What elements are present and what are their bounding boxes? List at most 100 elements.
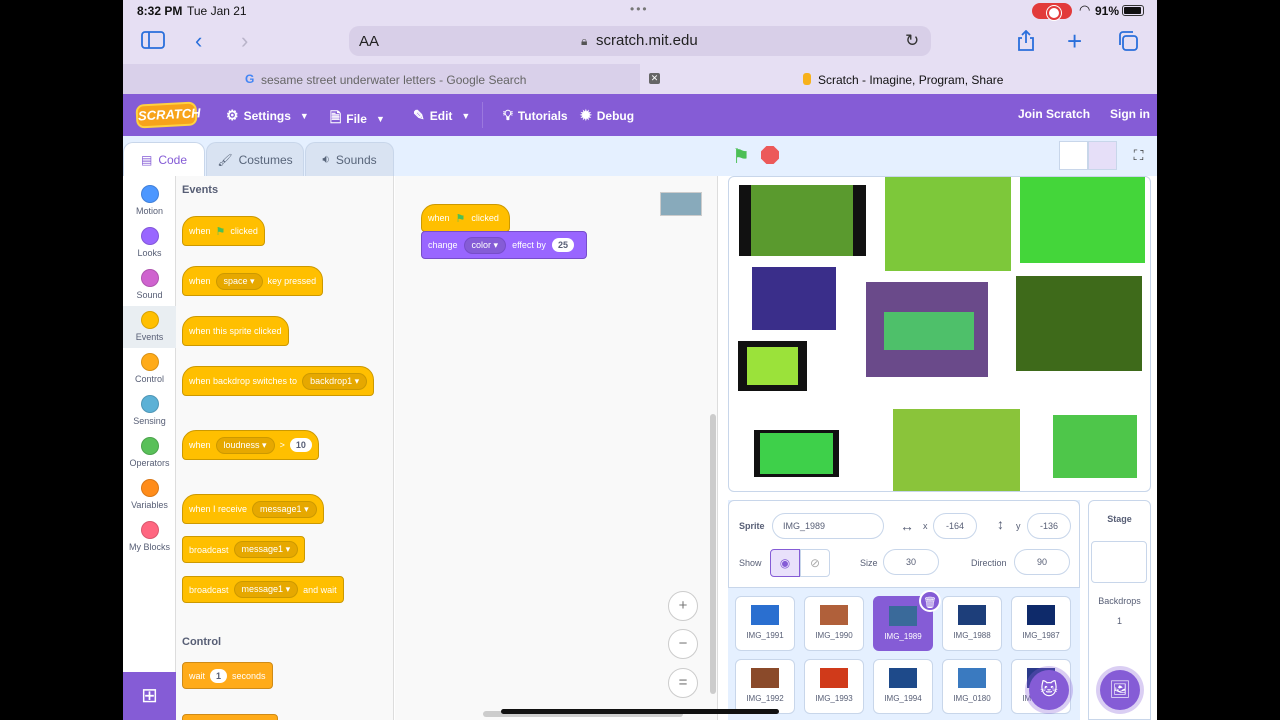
- sidebar-icon[interactable]: [141, 30, 165, 54]
- debug-button[interactable]: ✹ Debug: [580, 107, 634, 124]
- sprite-tile[interactable]: IMG_1993: [804, 659, 864, 714]
- block-repeat-partial[interactable]: [182, 714, 278, 720]
- green-flag-icon: ⚑: [455, 212, 466, 225]
- backdrop-dropdown[interactable]: backdrop1 ▾: [302, 372, 368, 390]
- menu-divider: [482, 102, 483, 128]
- effect-amount-input[interactable]: 25: [551, 238, 574, 252]
- block-broadcast-and-wait[interactable]: broadcast message1 ▾ and wait: [182, 576, 344, 603]
- block-when-i-receive[interactable]: when I receive message1 ▾: [182, 494, 324, 524]
- block-text: key pressed: [267, 276, 317, 286]
- script-when-flag-clicked[interactable]: when ⚑ clicked: [421, 204, 510, 232]
- block-when-flag-clicked[interactable]: when ⚑ clicked: [182, 216, 265, 246]
- tutorials-button[interactable]: 💡︎ Tutorials: [503, 107, 568, 124]
- choose-sprite-button[interactable]: 🐱︎: [1029, 670, 1069, 710]
- sprite-tile[interactable]: IMG_1991: [735, 596, 795, 651]
- file-menu[interactable]: 🗎︎ File ▼: [330, 107, 385, 131]
- tabs-overview-icon[interactable]: [1117, 30, 1139, 56]
- category-variables[interactable]: Variables: [123, 474, 176, 516]
- reload-icon[interactable]: ↻: [905, 31, 919, 51]
- home-indicator[interactable]: [501, 709, 779, 714]
- add-extension-button[interactable]: ⊞: [123, 672, 176, 720]
- sprite-tile[interactable]: IMG_1988: [942, 596, 1002, 651]
- address-bar[interactable]: AA 🔒︎ scratch.mit.edu ↻: [349, 26, 931, 56]
- zoom-reset-button[interactable]: =: [668, 668, 698, 698]
- stop-icon[interactable]: [761, 146, 779, 164]
- sensor-dropdown[interactable]: loudness ▾: [215, 436, 275, 454]
- choose-backdrop-button[interactable]: 🖼︎: [1100, 670, 1140, 710]
- edit-menu[interactable]: ✎ Edit ▼: [413, 107, 470, 124]
- category-motion[interactable]: Motion: [123, 180, 176, 222]
- back-icon[interactable]: ‹: [195, 30, 202, 52]
- share-icon[interactable]: [1016, 29, 1036, 56]
- message-dropdown[interactable]: message1 ▾: [252, 500, 317, 518]
- category-control[interactable]: Control: [123, 348, 176, 390]
- settings-menu[interactable]: ⚙ Settings ▼: [226, 107, 309, 124]
- scratch-favicon-icon: [803, 73, 811, 85]
- sprite-image: [738, 341, 807, 391]
- script-vertical-scrollbar[interactable]: [710, 414, 716, 694]
- sprite-image: [1020, 177, 1145, 263]
- sprite-tile[interactable]: IMG_1987: [1011, 596, 1071, 651]
- zoom-in-button[interactable]: +: [668, 591, 698, 621]
- sprite-name-input[interactable]: IMG_1989: [772, 513, 884, 539]
- block-wait-seconds[interactable]: wait 1 seconds: [182, 662, 273, 689]
- sprite-tile[interactable]: IMG_1990: [804, 596, 864, 651]
- size-label: Size: [860, 558, 878, 568]
- sprite-tile[interactable]: IMG_0180: [942, 659, 1002, 714]
- category-sound[interactable]: Sound: [123, 264, 176, 306]
- block-broadcast[interactable]: broadcast message1 ▾: [182, 536, 306, 563]
- eye-icon[interactable]: ◉: [770, 549, 800, 577]
- sprite-tile[interactable]: IMG_1994: [873, 659, 933, 714]
- threshold-input[interactable]: 10: [289, 438, 312, 452]
- block-palette: Events when ⚑ clicked when space ▾ key p…: [176, 176, 394, 720]
- scratch-logo[interactable]: SCRATCH: [135, 101, 201, 129]
- block-when-backdrop-switches[interactable]: when backdrop switches to backdrop1 ▾: [182, 366, 375, 396]
- message-dropdown[interactable]: message1 ▾: [233, 541, 299, 558]
- category-label: Motion: [135, 206, 163, 216]
- script-change-effect[interactable]: change color ▾ effect by 25: [421, 231, 587, 259]
- forward-icon[interactable]: ›: [241, 30, 248, 52]
- category-operators[interactable]: Operators: [123, 432, 176, 474]
- block-when-sprite-clicked[interactable]: when this sprite clicked: [182, 316, 289, 346]
- small-stage-button[interactable]: [1059, 141, 1088, 170]
- sprite-image: [1016, 276, 1142, 371]
- reader-options-button[interactable]: AA: [359, 33, 379, 50]
- browser-tab-google[interactable]: G sesame street underwater letters - Goo…: [123, 64, 660, 94]
- multitask-dots-icon[interactable]: •••: [630, 2, 649, 16]
- category-my-blocks[interactable]: My Blocks: [123, 516, 176, 558]
- key-dropdown[interactable]: space ▾: [215, 272, 263, 290]
- ipad-screen: 8:32 PM Tue Jan 21 ••• ◠ 91% ‹ › AA 🔒︎ s…: [123, 0, 1157, 720]
- green-flag-icon[interactable]: ⚑: [732, 144, 750, 169]
- category-sensing[interactable]: Sensing: [123, 390, 176, 432]
- script-workspace[interactable]: when ⚑ clicked change color ▾ effect by …: [395, 176, 718, 720]
- sign-in-button[interactable]: Sign in: [1110, 107, 1150, 121]
- seconds-input[interactable]: 1: [210, 668, 228, 683]
- eye-slash-icon[interactable]: ⊘: [800, 549, 830, 577]
- x-value: -164: [945, 521, 964, 531]
- direction-input[interactable]: 90: [1014, 549, 1070, 575]
- zoom-out-button[interactable]: −: [668, 629, 698, 659]
- trash-icon[interactable]: 🗑︎: [919, 590, 941, 612]
- sprite-tile-label: IMG_1994: [884, 694, 922, 703]
- browser-tab-scratch[interactable]: Scratch - Imagine, Program, Share: [640, 64, 1157, 94]
- url-text[interactable]: scratch.mit.edu: [596, 32, 698, 49]
- x-input[interactable]: -164: [933, 513, 977, 539]
- sprite-tile[interactable]: IMG_1992: [735, 659, 795, 714]
- block-when-key-pressed[interactable]: when space ▾ key pressed: [182, 266, 324, 296]
- tab-sounds[interactable]: 🔉︎ Sounds: [305, 142, 394, 176]
- status-time: 8:32 PM: [137, 4, 183, 18]
- category-events[interactable]: Events: [123, 306, 176, 348]
- tab-costumes[interactable]: 🖌︎ Costumes: [206, 142, 304, 176]
- new-tab-icon[interactable]: +: [1067, 28, 1082, 54]
- block-when-loudness[interactable]: when loudness ▾ > 10: [182, 430, 319, 460]
- y-input[interactable]: -136: [1027, 513, 1071, 539]
- effect-dropdown[interactable]: color ▾: [463, 236, 507, 254]
- join-scratch-button[interactable]: Join Scratch: [1018, 107, 1090, 121]
- large-stage-button[interactable]: [1088, 141, 1117, 170]
- category-looks[interactable]: Looks: [123, 222, 176, 264]
- size-input[interactable]: 30: [883, 549, 939, 575]
- fullscreen-icon[interactable]: ⛶: [1124, 141, 1153, 170]
- stage-canvas[interactable]: [728, 176, 1151, 492]
- tab-code[interactable]: ▤ Code: [123, 142, 205, 176]
- message-dropdown[interactable]: message1 ▾: [233, 581, 299, 598]
